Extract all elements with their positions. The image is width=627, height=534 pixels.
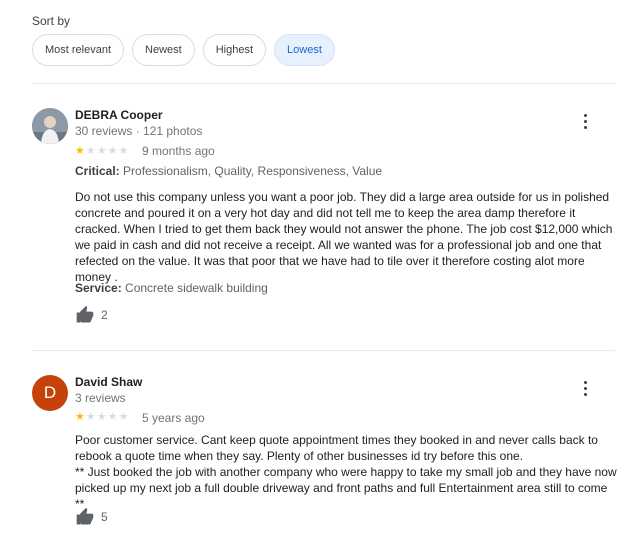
reviewer-meta: 30 reviews · 121 photos bbox=[75, 124, 203, 138]
like-count: 2 bbox=[101, 308, 108, 322]
service-label: Service: bbox=[75, 281, 122, 295]
critical-values: Professionalism, Quality, Responsiveness… bbox=[123, 164, 383, 178]
divider bbox=[32, 350, 615, 351]
star-icon: ★ bbox=[118, 411, 129, 423]
service-value: Concrete sidewalk building bbox=[125, 281, 268, 295]
sort-newest-chip[interactable]: Newest bbox=[132, 34, 195, 66]
star-rating: ★ ★ ★ ★ ★ bbox=[75, 145, 128, 157]
sort-label: Sort by bbox=[32, 14, 71, 28]
critical-label: Critical: bbox=[75, 164, 120, 178]
divider bbox=[32, 83, 615, 84]
thumb-up-icon bbox=[76, 305, 94, 323]
star-icon: ★ bbox=[85, 145, 96, 157]
reviewer-avatar[interactable] bbox=[32, 108, 68, 144]
star-icon: ★ bbox=[118, 145, 129, 157]
more-options-icon[interactable] bbox=[577, 111, 593, 131]
star-rating: ★ ★ ★ ★ ★ bbox=[75, 411, 128, 423]
reviewer-avatar[interactable]: D bbox=[32, 375, 68, 411]
sort-highest-chip[interactable]: Highest bbox=[202, 34, 267, 66]
star-icon: ★ bbox=[85, 411, 96, 423]
service-attribute: Service: Concrete sidewalk building bbox=[75, 281, 268, 295]
critical-attributes: Critical: Professionalism, Quality, Resp… bbox=[75, 164, 382, 178]
star-icon: ★ bbox=[75, 411, 85, 423]
review-text: Do not use this company unless you want … bbox=[75, 190, 613, 284]
review-time: 5 years ago bbox=[142, 411, 205, 425]
like-button[interactable]: 2 bbox=[75, 305, 108, 325]
sort-chips: Most relevant Newest Highest Lowest bbox=[32, 34, 335, 66]
star-icon: ★ bbox=[107, 411, 118, 423]
more-options-icon[interactable] bbox=[577, 378, 593, 398]
avatar-photo-icon bbox=[32, 108, 68, 144]
thumb-up-icon bbox=[76, 507, 94, 525]
reviewer-name[interactable]: David Shaw bbox=[75, 375, 142, 389]
star-icon: ★ bbox=[96, 411, 107, 423]
star-icon: ★ bbox=[75, 145, 85, 157]
sort-most-relevant-chip[interactable]: Most relevant bbox=[32, 34, 125, 66]
like-button[interactable]: 5 bbox=[75, 507, 108, 527]
star-icon: ★ bbox=[96, 145, 107, 157]
reviewer-meta: 3 reviews bbox=[75, 391, 126, 405]
sort-lowest-chip[interactable]: Lowest bbox=[274, 34, 335, 66]
review-text: Poor customer service. Cant keep quote a… bbox=[75, 433, 617, 511]
star-icon: ★ bbox=[107, 145, 118, 157]
reviewer-name[interactable]: DEBRA Cooper bbox=[75, 108, 163, 122]
like-count: 5 bbox=[101, 510, 108, 524]
review-time: 9 months ago bbox=[142, 144, 215, 158]
